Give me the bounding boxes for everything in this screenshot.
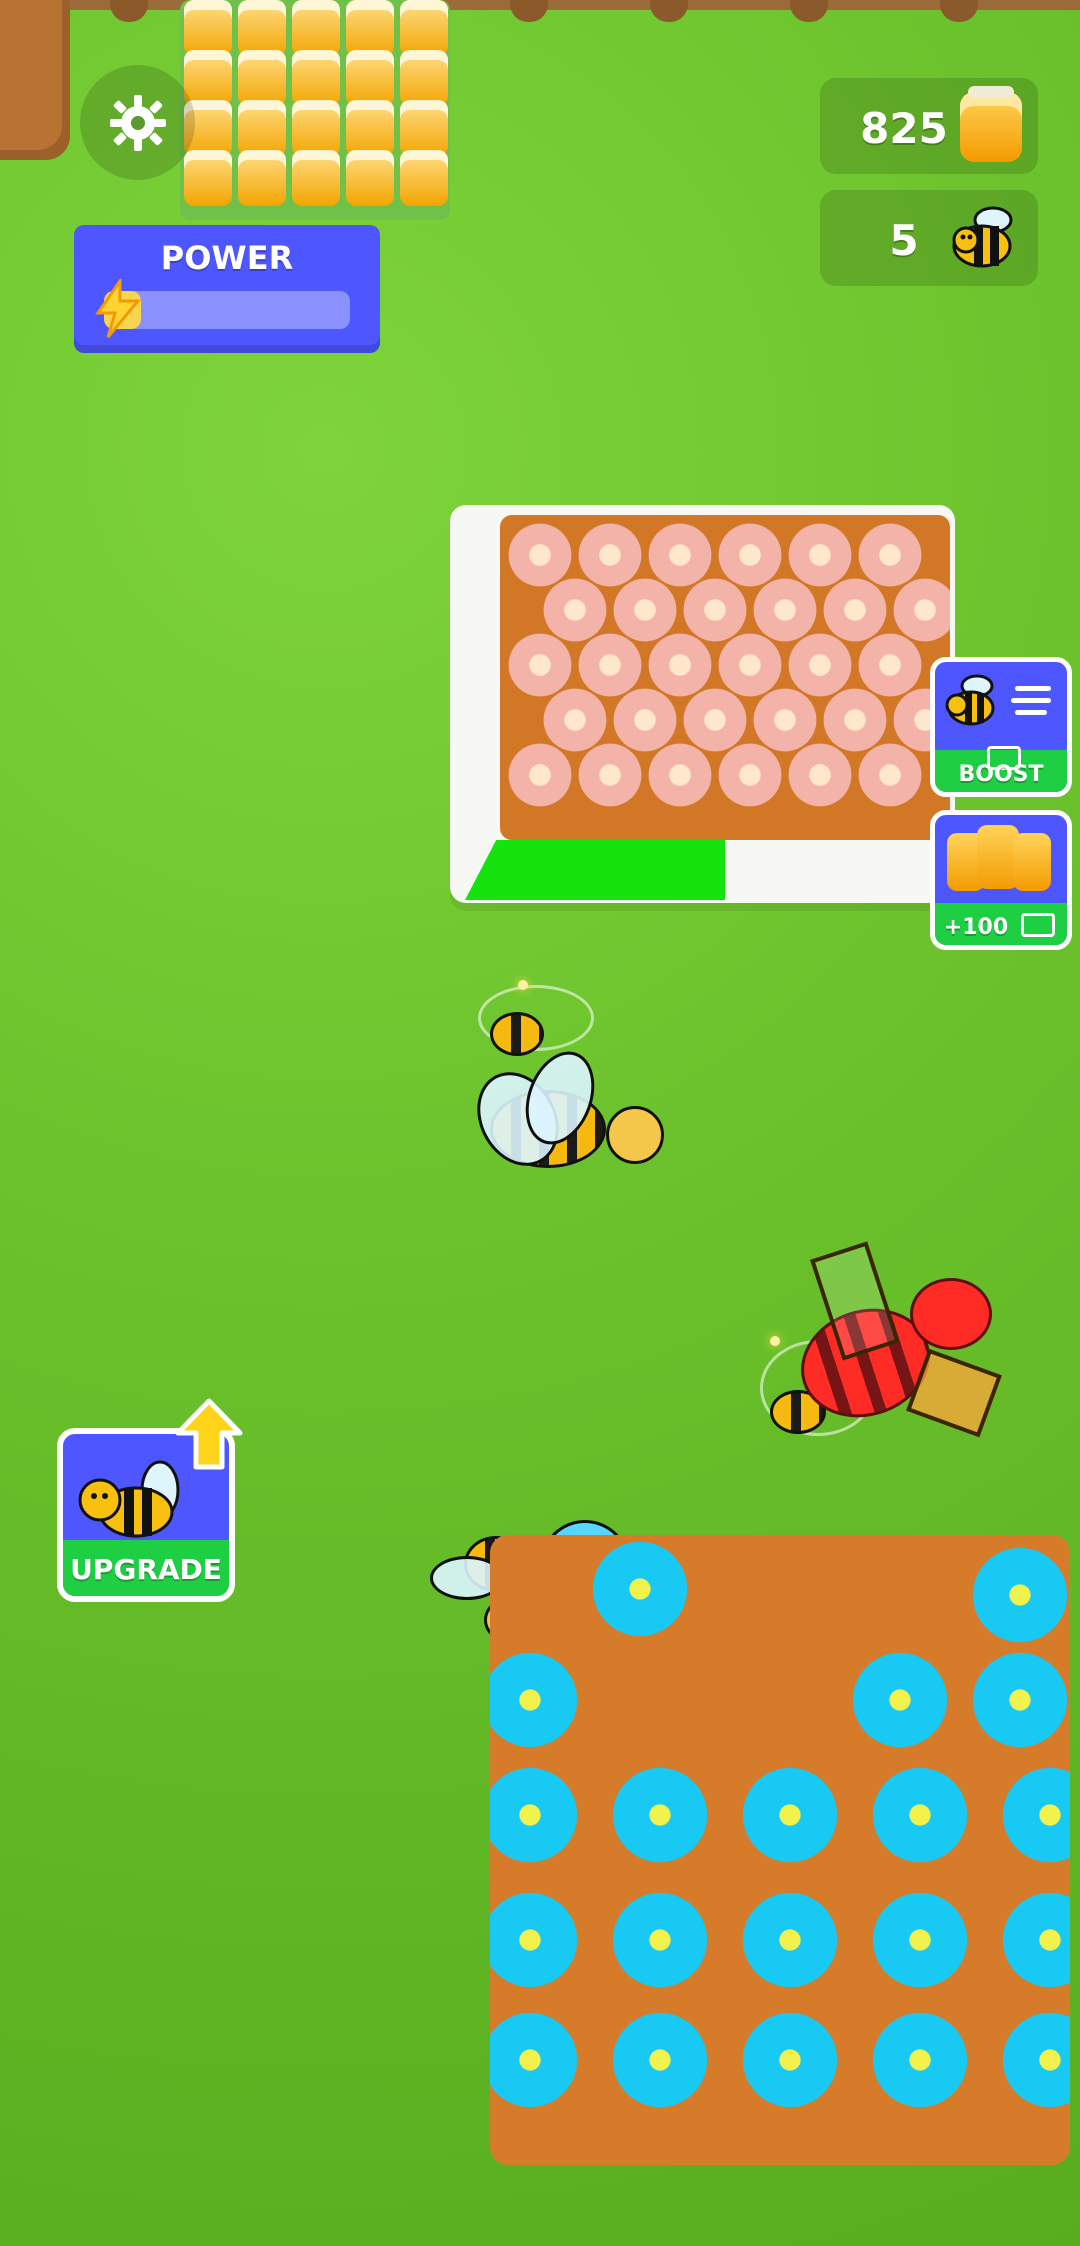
field-progress-bar: [465, 840, 725, 900]
power-panel: POWER: [74, 225, 380, 353]
boost-button[interactable]: BOOST: [930, 657, 1072, 797]
boost-label: BOOST: [958, 762, 1044, 787]
up-arrow-icon: [175, 1398, 243, 1470]
fence-post: [110, 0, 148, 22]
settings-button[interactable]: [80, 65, 195, 180]
fence-post: [940, 0, 978, 22]
player-bee: [460, 980, 680, 1230]
pink-flower-field: [500, 515, 950, 840]
honey-counter: 825: [820, 78, 1038, 174]
honey-jar-icon: [960, 86, 1022, 162]
bee-count: 5: [889, 216, 919, 265]
bee-counter: 5: [820, 190, 1038, 286]
fence-post: [510, 0, 548, 22]
honey-jar-stack: [180, 0, 450, 220]
gear-icon: [109, 94, 166, 151]
video-ad-icon: [1021, 913, 1055, 937]
honey-bonus-label: +100: [943, 915, 1009, 940]
fence-post: [650, 0, 688, 22]
honey-jar-icon: [1013, 833, 1051, 891]
bee-icon: [952, 206, 1013, 268]
honey-bonus-button[interactable]: +100: [930, 810, 1072, 950]
enemy-red-bee: [760, 1240, 1010, 1480]
bee-icon: [945, 674, 995, 726]
blue-flower-field: [490, 1535, 1070, 2165]
lightning-bolt-icon: [95, 279, 142, 338]
fence-post: [790, 0, 828, 22]
beehive: [0, 0, 70, 160]
power-label: POWER: [160, 239, 294, 277]
honey-count: 825: [860, 104, 948, 153]
upgrade-label: UPGRADE: [70, 1553, 222, 1586]
